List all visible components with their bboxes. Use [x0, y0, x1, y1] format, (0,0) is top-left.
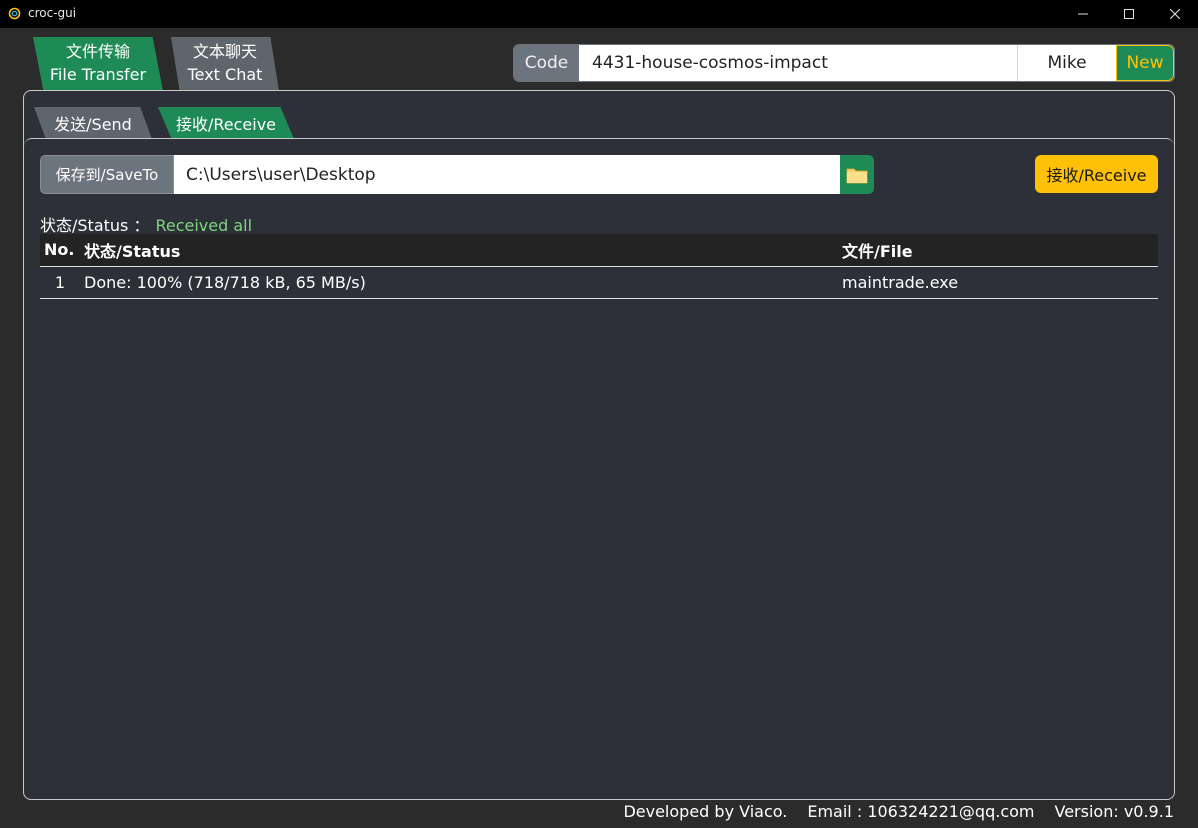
status-value: Received all: [155, 216, 253, 235]
tab-text-chat-label-cn: 文本聊天: [192, 42, 257, 61]
code-label: Code: [514, 45, 579, 81]
developer-credit: Developed by Viaco.: [623, 802, 788, 821]
row-file: maintrade.exe: [838, 266, 1158, 299]
file-transfer-panel: 发送/Send 接收/Receive 保存到/SaveTo C:\Users\u…: [23, 90, 1175, 800]
status-line: 状态/Status ： Received all: [40, 212, 252, 236]
receive-panel: 保存到/SaveTo C:\Users\user\Desktop 接收/Rece…: [24, 138, 1174, 799]
column-header-file[interactable]: 文件/File: [838, 234, 1158, 267]
contact-email: Email : 106324221@qq.com: [807, 802, 1035, 821]
version-label: Version: v0.9.1: [1054, 802, 1175, 821]
save-path-input[interactable]: C:\Users\user\Desktop: [174, 155, 840, 194]
footer: Developed by Viaco. Email : 106324221@qq…: [623, 802, 1174, 821]
tab-text-chat[interactable]: 文本聊天 Text Chat: [171, 37, 279, 91]
maximize-icon: [1124, 9, 1134, 19]
save-to-group: 保存到/SaveTo C:\Users\user\Desktop: [40, 155, 874, 194]
tab-file-transfer[interactable]: 文件传输 File Transfer: [33, 37, 163, 91]
title-bar: croc-gui: [0, 0, 1198, 28]
status-label: 状态/Status ：: [40, 216, 150, 235]
file-table: No. 状态/Status 文件/File 1 Done: 100% (718/…: [40, 234, 1158, 299]
tab-file-transfer-label-cn: 文件传输: [65, 42, 130, 61]
column-header-status[interactable]: 状态/Status: [80, 234, 838, 267]
receive-button[interactable]: 接收/Receive: [1035, 155, 1158, 193]
tab-send[interactable]: 发送/Send: [34, 107, 152, 139]
tab-text-chat-label-en: Text Chat: [187, 65, 263, 84]
row-status: Done: 100% (718/718 kB, 65 MB/s): [80, 266, 838, 299]
minimize-button[interactable]: [1060, 0, 1106, 28]
browse-folder-button[interactable]: [840, 155, 874, 194]
new-code-button[interactable]: New: [1116, 45, 1174, 81]
close-button[interactable]: [1152, 0, 1198, 28]
tab-receive[interactable]: 接收/Receive: [158, 107, 294, 139]
tab-file-transfer-label-en: File Transfer: [49, 65, 147, 84]
code-input[interactable]: 4431-house-cosmos-impact: [579, 45, 1018, 81]
tab-send-label: 发送/Send: [54, 115, 132, 134]
row-no: 1: [40, 266, 80, 299]
code-input-group: Code 4431-house-cosmos-impact Mike New: [513, 44, 1175, 82]
folder-icon: [846, 168, 868, 183]
table-row[interactable]: 1 Done: 100% (718/718 kB, 65 MB/s) maint…: [40, 266, 1158, 299]
window-title: croc-gui: [28, 6, 77, 20]
save-to-label: 保存到/SaveTo: [40, 155, 174, 194]
column-header-no[interactable]: No.: [40, 234, 80, 267]
tab-receive-label: 接收/Receive: [175, 115, 277, 134]
minimize-icon: [1078, 13, 1088, 15]
app-logo-icon: [8, 7, 21, 20]
table-header-row: No. 状态/Status 文件/File: [40, 234, 1158, 267]
close-icon: [1170, 9, 1180, 19]
user-name-field[interactable]: Mike: [1018, 45, 1116, 81]
maximize-button[interactable]: [1106, 0, 1152, 28]
